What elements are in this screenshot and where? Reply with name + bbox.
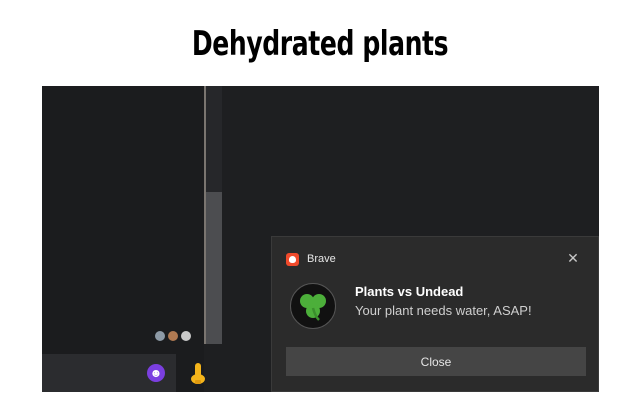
avatar-icon <box>180 330 192 342</box>
emoji-icon[interactable]: ☻ <box>147 364 165 382</box>
close-icon[interactable]: ✕ <box>564 249 582 267</box>
meme-caption: Dehydrated plants <box>191 24 449 64</box>
scrollbar-thumb[interactable] <box>206 192 222 344</box>
notification-app-name: Brave <box>307 253 336 265</box>
clover-icon <box>290 283 336 329</box>
notification-body: Your plant needs water, ASAP! <box>355 303 532 318</box>
notification-title: Plants vs Undead <box>355 284 464 299</box>
brave-logo-icon <box>286 253 299 266</box>
notification-toast[interactable]: Brave ✕ Plants vs Undead Your plant need… <box>271 236 599 392</box>
desktop-screenshot: ☻ Brave ✕ Plants vs Undead Your plant ne… <box>42 86 599 392</box>
chat-pane <box>42 86 204 392</box>
avatar-icon <box>154 330 166 342</box>
avatar-icon <box>167 330 179 342</box>
close-button[interactable]: Close <box>286 347 586 376</box>
thumbs-up-icon[interactable] <box>190 362 206 386</box>
read-receipt-avatars <box>154 330 192 342</box>
